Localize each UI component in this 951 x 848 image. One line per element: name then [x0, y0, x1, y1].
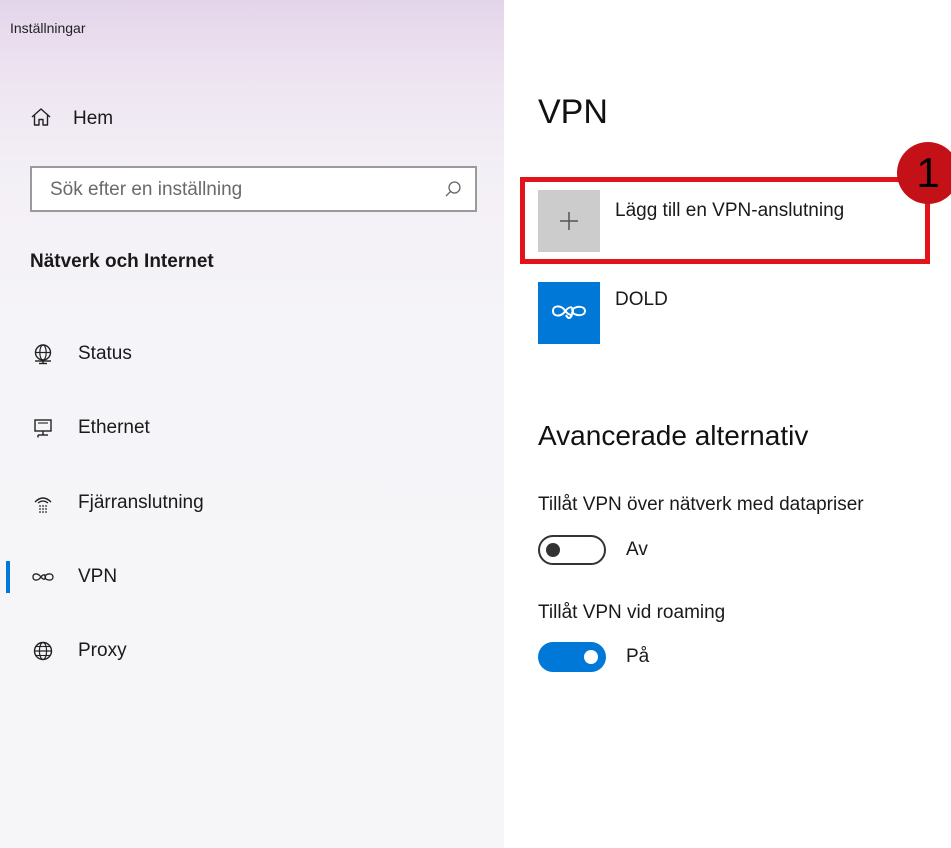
roaming-toggle-state: På	[626, 646, 650, 667]
sidebar-item-label: Status	[78, 343, 132, 364]
app-title: Inställningar	[10, 20, 86, 36]
sidebar-item-label: Ethernet	[78, 417, 150, 438]
search-box[interactable]	[30, 166, 477, 212]
dialup-icon	[30, 492, 56, 514]
sidebar-item-label: VPN	[78, 566, 118, 587]
metered-toggle-state: Av	[626, 539, 648, 560]
home-link[interactable]: Hem	[30, 104, 113, 134]
sidebar-item-label: Fjärranslutning	[78, 492, 204, 513]
home-icon	[30, 106, 52, 133]
vpn-connection-item[interactable]: DOLD	[538, 282, 908, 344]
annotation-highlight-box	[520, 177, 930, 264]
home-label: Hem	[73, 108, 114, 129]
toggle-knob	[584, 650, 598, 664]
roaming-setting-label: Tillåt VPN vid roaming	[538, 602, 726, 623]
ethernet-icon	[30, 417, 56, 439]
sidebar-item-status[interactable]: Status	[30, 336, 480, 372]
toggle-knob	[546, 543, 560, 557]
search-icon[interactable]	[443, 179, 463, 204]
status-globe-icon	[30, 343, 56, 365]
selected-indicator	[6, 561, 10, 593]
sidebar-item-dialup[interactable]: Fjärranslutning	[30, 485, 480, 521]
sidebar-item-vpn[interactable]: VPN	[30, 559, 480, 595]
sidebar-item-ethernet[interactable]: Ethernet	[30, 410, 480, 446]
vpn-icon	[538, 282, 600, 344]
section-title: Nätverk och Internet	[30, 251, 214, 272]
roaming-toggle[interactable]	[538, 642, 606, 672]
metered-network-toggle[interactable]	[538, 535, 606, 565]
page-title: VPN	[538, 93, 608, 131]
globe-icon	[30, 640, 56, 662]
annotation-badge: 1	[897, 142, 951, 204]
metered-setting-label: Tillåt VPN över nätverk med datapriser	[538, 494, 864, 515]
sidebar: Inställningar Hem Nätverk och Internet S…	[0, 0, 504, 848]
search-input[interactable]	[48, 176, 432, 204]
vpn-icon	[30, 570, 56, 584]
sidebar-item-proxy[interactable]: Proxy	[30, 633, 480, 669]
vpn-connection-name: DOLD	[615, 289, 668, 310]
advanced-options-heading: Avancerade alternativ	[538, 420, 809, 451]
sidebar-item-label: Proxy	[78, 640, 127, 661]
